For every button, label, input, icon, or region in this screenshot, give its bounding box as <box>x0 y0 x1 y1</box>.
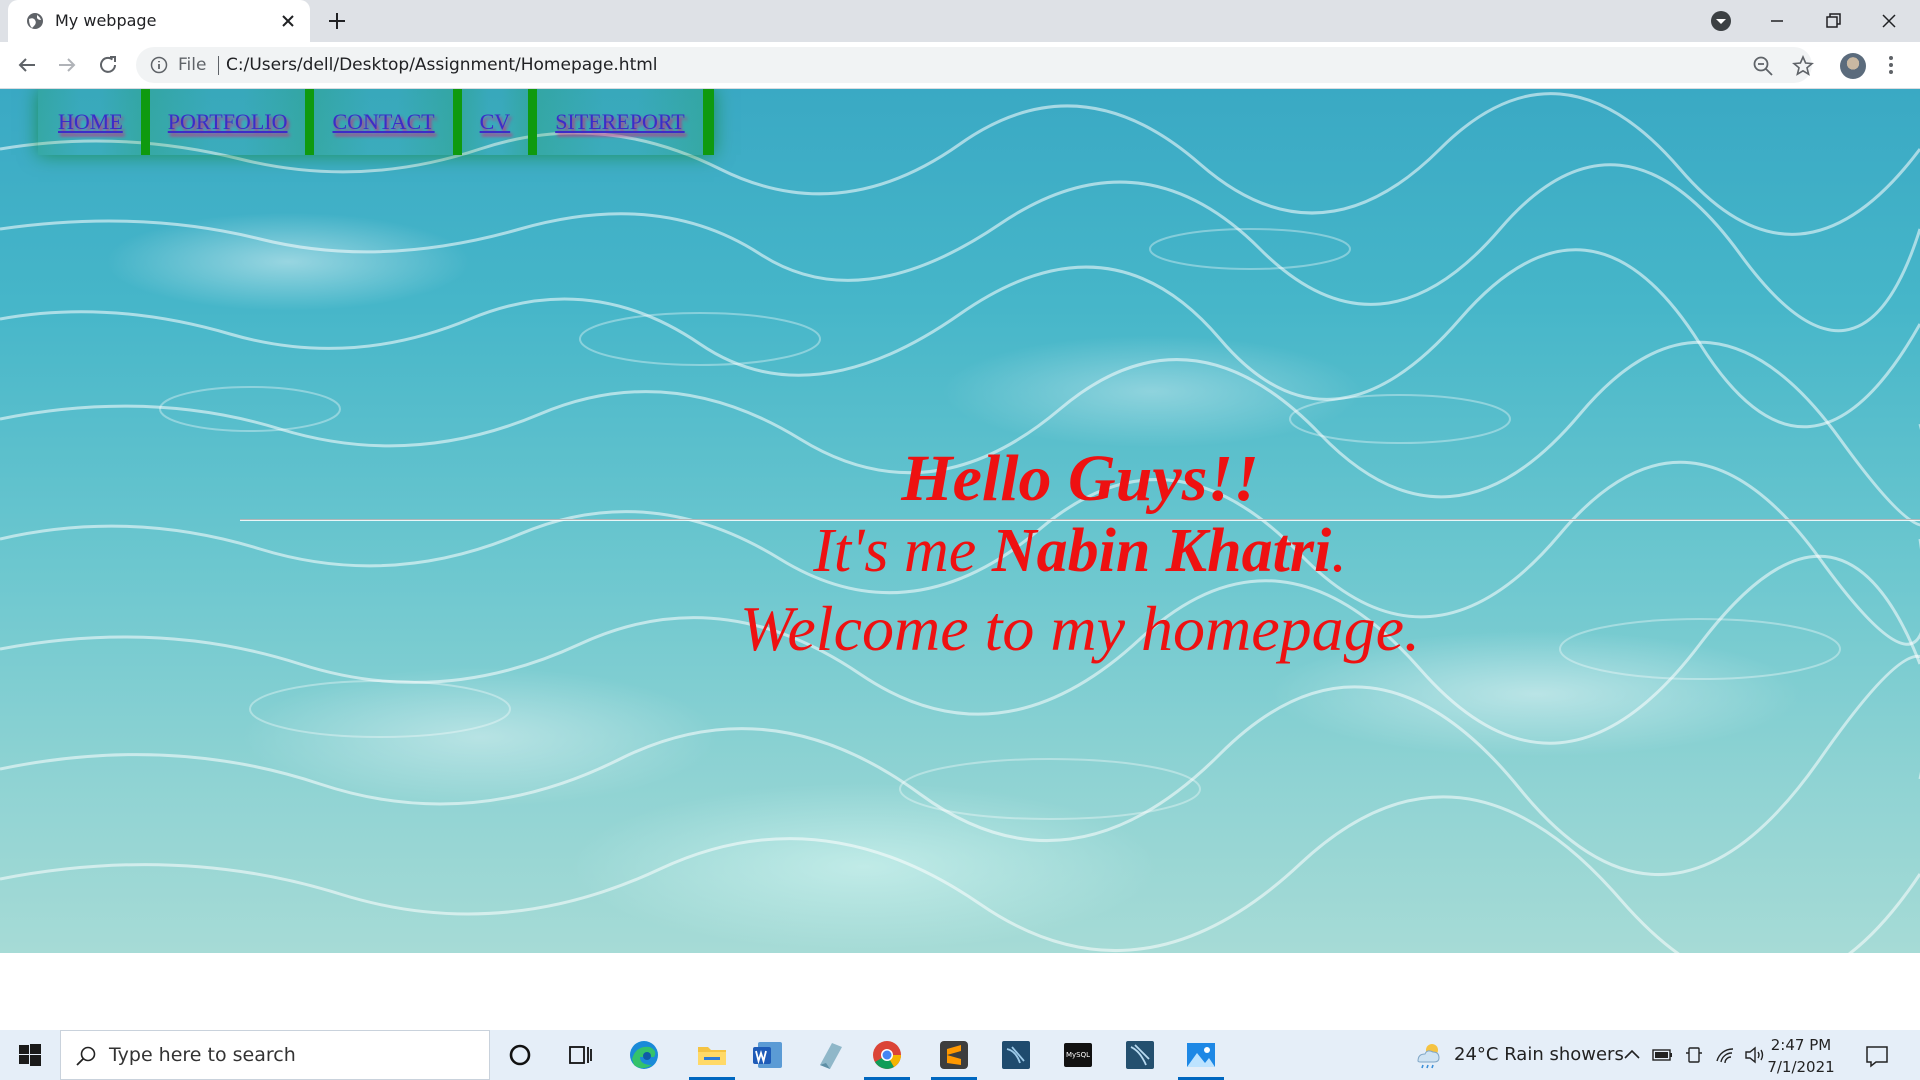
tab-title: My webpage <box>55 11 157 30</box>
chevron-up-icon[interactable] <box>1622 1045 1642 1065</box>
profile-avatar[interactable] <box>1840 53 1866 79</box>
intro-suffix: . <box>1331 517 1347 585</box>
intro-name: Nabin Khatri <box>991 517 1332 585</box>
svg-text:MySQL: MySQL <box>1066 1051 1090 1059</box>
intro-prefix: It's me <box>813 517 992 585</box>
app-icon[interactable] <box>812 1037 848 1073</box>
site-navbar: HOME PORTFOLIO CONTACT CV SITEREPORT <box>38 89 714 155</box>
bookmark-star-icon[interactable] <box>1792 55 1814 77</box>
close-tab-icon[interactable] <box>278 11 298 31</box>
cortana-icon[interactable] <box>502 1037 538 1073</box>
url-scheme: File <box>178 55 207 75</box>
photos-icon <box>1187 1043 1215 1067</box>
taskbar-search-box[interactable]: Type here to search <box>60 1030 490 1080</box>
mysql-workbench-icon[interactable] <box>998 1037 1034 1073</box>
greeting-heading: Hello Guys!! <box>901 442 1259 515</box>
volume-icon[interactable] <box>1744 1045 1766 1065</box>
file-explorer-icon <box>698 1047 726 1065</box>
info-icon[interactable] <box>150 56 168 74</box>
sublime-button[interactable] <box>929 1030 979 1080</box>
photos-button[interactable] <box>1176 1030 1226 1080</box>
weather-rain-icon[interactable] <box>1412 1039 1444 1071</box>
notification-icon[interactable] <box>1864 1043 1890 1069</box>
clock[interactable]: 2:47 PM 7/1/2021 <box>1766 1034 1836 1078</box>
file-explorer-button[interactable] <box>687 1030 737 1080</box>
clock-time: 2:47 PM <box>1770 1036 1832 1054</box>
battery-icon[interactable] <box>1652 1045 1674 1065</box>
mysql-workbench-icon[interactable] <box>1122 1037 1158 1073</box>
url-separator <box>218 56 219 75</box>
back-icon[interactable] <box>15 53 39 77</box>
clock-date: 7/1/2021 <box>1767 1058 1835 1076</box>
tab-strip: My webpage <box>0 0 1920 42</box>
device-icon[interactable] <box>1684 1045 1704 1065</box>
intro-heading: It's me Nabin Khatri. <box>0 516 1920 587</box>
search-placeholder: Type here to search <box>109 1044 296 1066</box>
task-view-icon[interactable] <box>562 1037 598 1073</box>
nav-item-contact: CONTACT <box>314 89 462 155</box>
nav-item-home: HOME <box>38 89 150 155</box>
new-tab-icon[interactable] <box>326 10 348 32</box>
weather-text[interactable]: 24°C Rain showers <box>1454 1044 1624 1065</box>
nav-item-sitereport: SITEREPORT <box>537 89 714 155</box>
nav-link-home[interactable]: HOME <box>58 109 123 135</box>
zoom-icon[interactable] <box>1752 55 1774 77</box>
sublime-icon <box>940 1041 968 1069</box>
nav-item-cv: CV <box>461 89 538 155</box>
nav-link-cv[interactable]: CV <box>480 109 511 135</box>
address-bar[interactable]: File C:/Users/dell/Desktop/Assignment/Ho… <box>136 47 1814 83</box>
reload-icon[interactable] <box>96 53 120 77</box>
chrome-icon <box>873 1041 901 1069</box>
globe-icon <box>27 13 43 29</box>
search-icon <box>76 1046 96 1066</box>
restore-icon[interactable] <box>1820 8 1846 34</box>
welcome-heading: Welcome to my homepage. <box>739 593 1421 664</box>
windows-start-icon[interactable] <box>19 1044 41 1066</box>
url-text[interactable]: C:/Users/dell/Desktop/Assignment/Homepag… <box>226 55 658 75</box>
nav-link-sitereport[interactable]: SITEREPORT <box>555 109 684 135</box>
tab-search-icon[interactable] <box>1708 8 1734 34</box>
chrome-button[interactable] <box>862 1030 912 1080</box>
wifi-icon[interactable] <box>1714 1045 1736 1065</box>
windows-taskbar: Type here to search MySQL 24°C Rain show… <box>0 1030 1920 1080</box>
browser-toolbar: File C:/Users/dell/Desktop/Assignment/Ho… <box>0 42 1920 89</box>
nav-link-portfolio[interactable]: PORTFOLIO <box>168 109 288 135</box>
edge-icon[interactable] <box>626 1037 662 1073</box>
browser-tab[interactable]: My webpage <box>8 0 310 42</box>
kebab-menu-icon[interactable] <box>1884 53 1898 77</box>
nav-link-contact[interactable]: CONTACT <box>332 109 434 135</box>
nav-item-portfolio: PORTFOLIO <box>149 89 315 155</box>
forward-icon[interactable] <box>55 53 79 77</box>
word-icon[interactable] <box>750 1037 786 1073</box>
mysql-icon[interactable]: MySQL <box>1060 1037 1096 1073</box>
close-window-icon[interactable] <box>1876 8 1902 34</box>
page-viewport: HOME PORTFOLIO CONTACT CV SITEREPORT Hel… <box>0 89 1920 953</box>
minimize-icon[interactable] <box>1764 8 1790 34</box>
